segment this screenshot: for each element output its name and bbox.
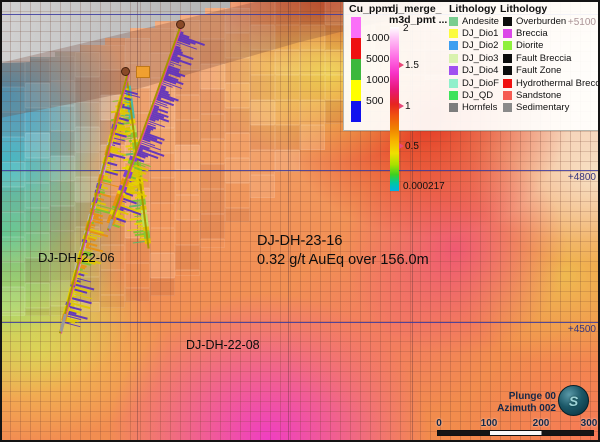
cu-swatch	[351, 80, 361, 101]
lith-item: Fault Breccia	[503, 52, 600, 64]
lith-swatch	[449, 41, 458, 50]
lith-item: Breccia	[503, 27, 600, 39]
cu-colour-bar	[351, 17, 361, 122]
lith-swatch	[503, 79, 512, 88]
compass-orb[interactable]: S	[558, 385, 589, 416]
legend-title-merge-2: m3d_pmt ...	[389, 14, 447, 26]
merge-tick-1: 1	[399, 101, 411, 112]
compass-letter: S	[569, 393, 578, 409]
lith-item: Sedimentary	[503, 102, 600, 114]
lith-item: Hydrothermal Breccia	[503, 77, 600, 89]
section-viewport[interactable]: +5100 +4800 +4500 DJ-DH-22-06 DJ-DH-22-0…	[0, 0, 600, 442]
lith-swatch	[503, 54, 512, 63]
lith-swatch	[449, 79, 458, 88]
lithology-list-1: Andesite DJ_Dio1 DJ_Dio2 DJ_Dio3 DJ_Dio4…	[449, 15, 499, 114]
view-orientation: Plunge 00 Azimuth 002	[460, 391, 556, 415]
lithology-list-2: Overburden Breccia Diorite Fault Breccia…	[503, 15, 600, 114]
elevation-label-5100: +5100	[536, 17, 596, 28]
merge-tick-min: 0.000217	[403, 181, 445, 192]
lith-item: Sandstone	[503, 89, 600, 101]
drillhole-collar[interactable]	[176, 20, 185, 29]
lith-swatch	[449, 66, 458, 75]
merge-tick-0-5: 0.5	[399, 141, 419, 152]
elevation-line-4800	[0, 170, 600, 172]
lith-item: DJ_Dio4	[449, 65, 499, 77]
lith-item: DJ_Dio2	[449, 40, 499, 52]
lith-swatch	[503, 66, 512, 75]
intercept-label: 0.32 g/t AuEq over 156.0m	[257, 252, 429, 268]
merge-tick-1-5: 1.5	[399, 60, 419, 71]
scale-tick: 200	[533, 418, 550, 429]
legend-title-lithology-2: Lithology	[500, 3, 547, 15]
cu-swatch	[351, 101, 361, 122]
lith-item: DJ_Dio3	[449, 52, 499, 64]
merge-tick-2: 2	[403, 23, 409, 34]
scale-bar-rule	[437, 430, 594, 436]
lith-swatch	[503, 17, 512, 26]
hole-label-23-16: DJ-DH-23-16	[257, 233, 342, 249]
lith-swatch	[503, 29, 512, 38]
cu-value: 500	[366, 95, 384, 107]
elevation-label-4500: +4500	[536, 324, 596, 335]
elevation-line-4500	[0, 322, 600, 324]
lith-item: Diorite	[503, 40, 600, 52]
hole-label-22-06: DJ-DH-22-06	[38, 250, 115, 265]
lith-swatch	[449, 103, 458, 112]
cu-value: 1000	[366, 74, 389, 86]
lith-swatch	[449, 54, 458, 63]
lith-item: Fault Zone	[503, 65, 600, 77]
cu-value: 5000	[366, 53, 389, 65]
lith-swatch	[503, 41, 512, 50]
lith-swatch	[449, 29, 458, 38]
azimuth-label: Azimuth 002	[460, 403, 556, 415]
lith-swatch	[503, 91, 512, 100]
lith-item: DJ_QD	[449, 89, 499, 101]
scale-bar: 0 100 200 300	[437, 418, 594, 438]
lith-swatch	[449, 17, 458, 26]
lith-item: DJ_Dio1	[449, 27, 499, 39]
plunge-label: Plunge 00	[460, 391, 556, 403]
lith-item: Hornfels	[449, 102, 499, 114]
lith-swatch	[503, 103, 512, 112]
hole-label-22-08: DJ-DH-22-08	[186, 338, 260, 352]
legend-title-cu: Cu_ppm	[349, 3, 391, 15]
cu-swatch	[351, 17, 361, 38]
elevation-label-4800: +4800	[536, 172, 596, 183]
cu-swatch	[351, 38, 361, 59]
grid-major-line	[288, 0, 289, 442]
merge-colour-ramp	[390, 27, 399, 191]
legend-title-lithology-1: Lithology	[449, 3, 496, 15]
lith-swatch	[449, 91, 458, 100]
lith-item: Andesite	[449, 15, 499, 27]
scale-tick: 300	[581, 418, 598, 429]
lith-item: DJ_DioF	[449, 77, 499, 89]
annotation-marker	[136, 66, 150, 78]
scale-tick: 100	[481, 418, 498, 429]
scale-tick: 0	[436, 418, 442, 429]
drillhole-collar[interactable]	[121, 67, 130, 76]
cu-swatch	[351, 59, 361, 80]
